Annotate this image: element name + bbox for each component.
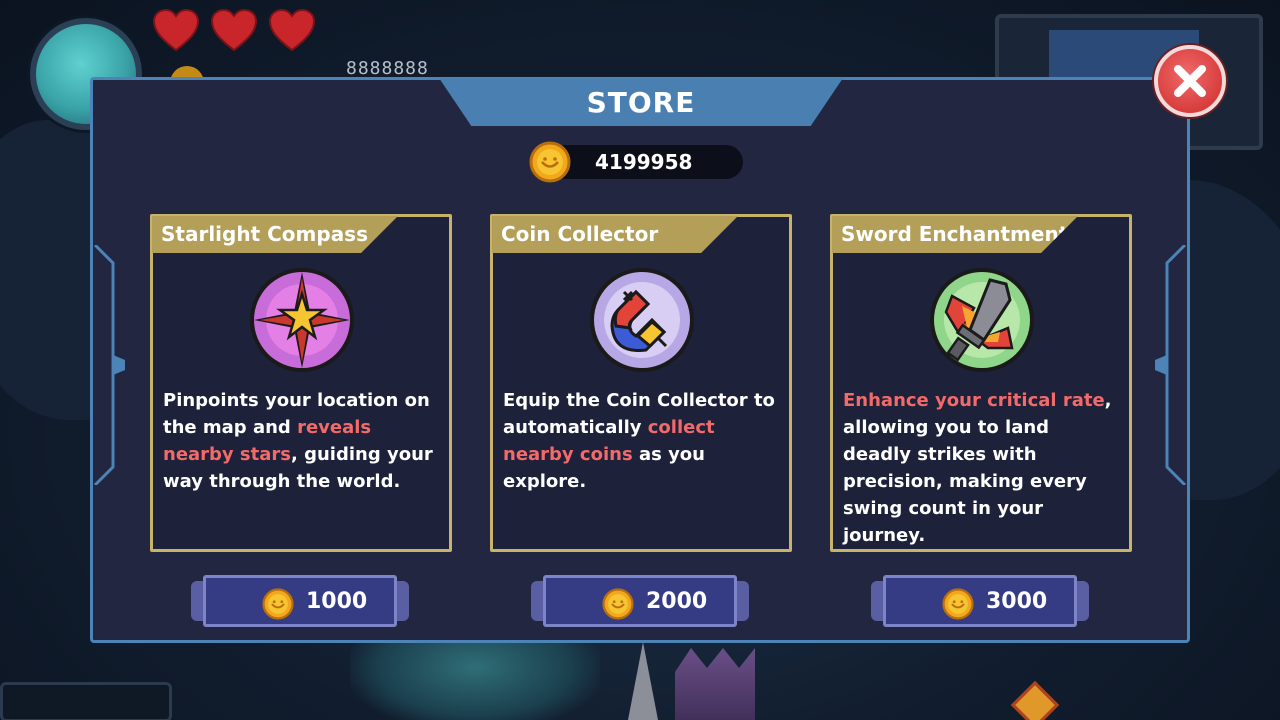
item-name: Starlight Compass [161, 222, 368, 246]
coin-balance: 4199958 [529, 141, 743, 183]
buy-button[interactable]: 1000 [191, 575, 409, 627]
magnet-icon [590, 268, 694, 372]
store-item-card[interactable]: Sword Enchantment Enhance your critical … [830, 214, 1132, 552]
highlighted-text: Enhance your critical rate [843, 390, 1105, 411]
heart-icon [210, 8, 258, 52]
store-item-card[interactable]: Starlight Compass Pinpoints your locatio… [150, 214, 452, 552]
item-name: Coin Collector [501, 222, 659, 246]
next-page-arrow-icon[interactable] [1155, 245, 1187, 485]
item-name-bar: Sword Enchantment [832, 216, 1078, 253]
price-value: 2000 [646, 589, 708, 614]
background-tower [675, 648, 755, 720]
buy-button-body[interactable]: 1000 [203, 575, 397, 627]
item-name-bar: Coin Collector [492, 216, 738, 253]
hud-score: 8888888 [346, 58, 429, 79]
close-x-icon [1174, 65, 1206, 97]
coin-icon [942, 588, 974, 620]
buy-button-body[interactable]: 3000 [883, 575, 1077, 627]
coin-icon [602, 588, 634, 620]
heart-icon [268, 8, 316, 52]
description-text: , allowing you to land deadly strikes wi… [843, 390, 1112, 546]
buy-button[interactable]: 3000 [871, 575, 1089, 627]
store-item-card[interactable]: Coin Collector Equip the Coin Collector … [490, 214, 792, 552]
store-title: STORE [586, 85, 696, 119]
item-name: Sword Enchantment [841, 222, 1069, 246]
item-description: Equip the Coin Collector to automaticall… [503, 387, 783, 495]
item-name-bar: Starlight Compass [152, 216, 398, 253]
previous-page-arrow-icon[interactable] [93, 245, 125, 485]
store-panel: STORE 4199958 Starlight Compass Pinpoint… [90, 77, 1190, 643]
background-spike [628, 642, 658, 720]
background-crystal [350, 640, 600, 720]
coin-icon [262, 588, 294, 620]
buy-button[interactable]: 2000 [531, 575, 749, 627]
price-value: 1000 [306, 589, 368, 614]
store-title-bar: STORE [439, 78, 843, 126]
price-value: 3000 [986, 589, 1048, 614]
coin-icon [529, 141, 571, 183]
heart-icon [152, 8, 200, 52]
hud-bottom-toolbar [0, 682, 172, 720]
background-gem [1010, 680, 1060, 720]
sword-enchant-icon [930, 268, 1034, 372]
close-button[interactable] [1154, 45, 1226, 117]
coin-balance-value: 4199958 [595, 150, 693, 174]
item-description: Enhance your critical rate, allowing you… [843, 387, 1123, 549]
description-text: Equip the Coin Collector to automaticall… [503, 390, 775, 438]
item-description: Pinpoints your location on the map and r… [163, 387, 443, 495]
health-hearts [152, 8, 316, 52]
compass-star-icon [250, 268, 354, 372]
buy-button-body[interactable]: 2000 [543, 575, 737, 627]
